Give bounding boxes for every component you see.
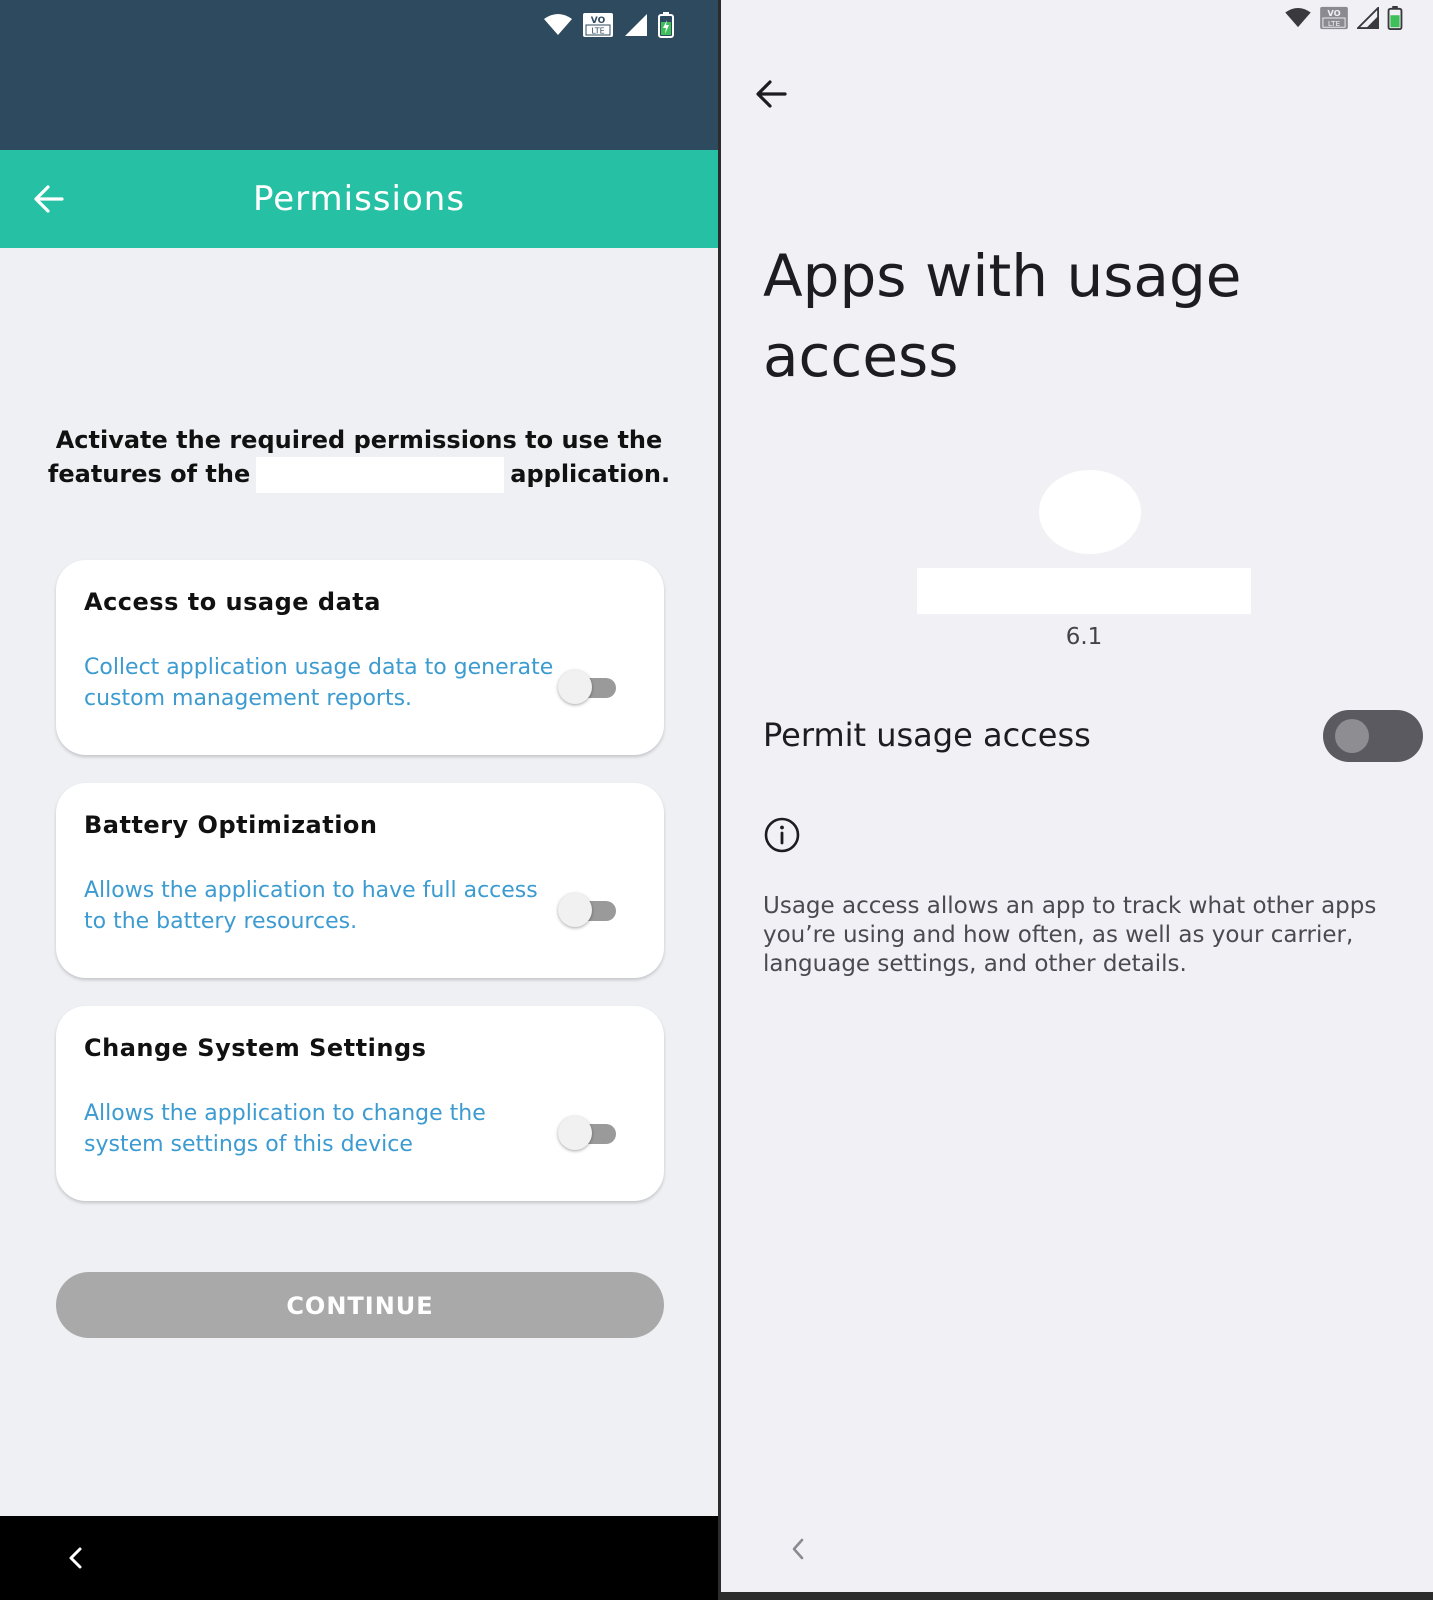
permit-usage-access-row[interactable]: Permit usage access — [721, 700, 1433, 772]
permission-title: Access to usage data — [84, 588, 381, 616]
permission-description: Collect application usage data to genera… — [84, 655, 554, 711]
status-bar: VO LTE — [0, 0, 718, 150]
battery-optimization-toggle[interactable] — [558, 893, 618, 927]
toggle-knob — [558, 1116, 592, 1150]
permission-card-battery: Battery Optimization Allows the applicat… — [56, 783, 664, 978]
intro-line-2-suffix: application. — [510, 460, 671, 488]
usage-access-info-text: Usage access allows an app to track what… — [763, 893, 1377, 977]
app-version: 6.1 — [1065, 624, 1103, 650]
app-bar: Permissions — [0, 150, 718, 248]
svg-text:LTE: LTE — [1328, 19, 1341, 28]
svg-text:LTE: LTE — [591, 27, 604, 36]
battery-icon — [1387, 6, 1403, 30]
status-icons: VO LTE — [544, 12, 674, 38]
permissions-screen: VO LTE Permissions Activate the required… — [0, 0, 718, 1600]
info-icon — [763, 816, 801, 854]
toggle-knob — [558, 893, 592, 927]
nav-back-chevron-icon[interactable] — [787, 1536, 809, 1562]
intro-text: Activate the required permissions to use… — [40, 424, 678, 493]
bottom-edge — [721, 1592, 1433, 1600]
redacted-app-name — [256, 457, 505, 493]
volte-icon: VO LTE — [1319, 6, 1349, 30]
permit-usage-access-label: Permit usage access — [763, 716, 1091, 754]
page-title: Permissions — [252, 179, 466, 219]
usage-access-screen: VO LTE Apps with usage access 6.1 Permit… — [721, 0, 1433, 1600]
app-icon — [1039, 470, 1141, 554]
battery-icon — [658, 12, 674, 38]
intro-line-1: Activate the required permissions to use… — [55, 426, 663, 454]
permission-title: Change System Settings — [84, 1034, 427, 1062]
redacted-app-name — [917, 568, 1251, 614]
navigation-bar — [0, 1516, 718, 1600]
permission-description: Allows the application to have full acce… — [84, 878, 538, 934]
toggle-knob — [558, 670, 592, 704]
signal-icon — [1357, 7, 1379, 29]
page-title: Apps with usage access — [763, 242, 1242, 390]
signal-icon — [624, 13, 648, 37]
toggle-knob — [1335, 719, 1369, 753]
status-icons: VO LTE — [1285, 6, 1403, 30]
permission-title: Battery Optimization — [84, 811, 378, 839]
system-settings-toggle[interactable] — [558, 1116, 618, 1150]
permission-card-system-settings: Change System Settings Allows the applic… — [56, 1006, 664, 1201]
volte-icon: VO LTE — [582, 12, 614, 38]
continue-button[interactable]: CONTINUE — [56, 1272, 664, 1338]
permission-card-usage-data: Access to usage data Collect application… — [56, 560, 664, 755]
usage-data-toggle[interactable] — [558, 670, 618, 704]
permit-usage-access-toggle[interactable] — [1323, 710, 1423, 762]
wifi-icon — [544, 14, 572, 36]
wifi-icon — [1285, 8, 1311, 28]
permission-description: Allows the application to change the sys… — [84, 1101, 486, 1157]
intro-line-2-prefix: features of the — [47, 460, 251, 488]
back-arrow-icon[interactable] — [751, 74, 791, 114]
svg-text:VO: VO — [1327, 8, 1340, 18]
nav-back-chevron-icon[interactable] — [62, 1544, 90, 1572]
